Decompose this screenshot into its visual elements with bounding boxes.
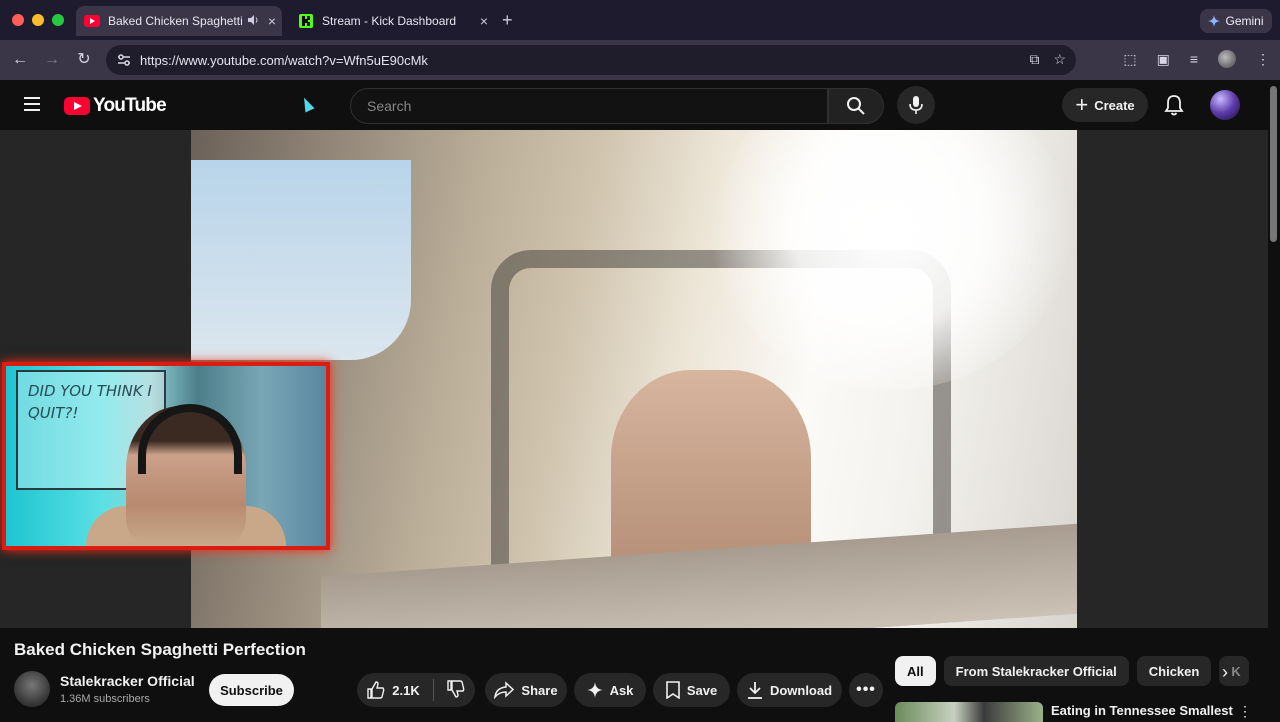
tab-title: Baked Chicken Spaghetti bbox=[108, 14, 243, 28]
youtube-header: YouTube + Create bbox=[0, 80, 1280, 130]
subscriber-count: 1.36M subscribers bbox=[60, 693, 150, 705]
search-field[interactable] bbox=[350, 88, 828, 124]
recommendation-more-icon[interactable]: ⋮ bbox=[1238, 703, 1252, 720]
sparkle-icon bbox=[586, 682, 603, 698]
speaker-icon[interactable] bbox=[244, 14, 262, 29]
voice-search-button[interactable] bbox=[897, 86, 935, 124]
like-divider bbox=[432, 679, 434, 701]
notifications-bell-icon[interactable] bbox=[1164, 94, 1184, 116]
scrollbar-thumb[interactable] bbox=[1270, 86, 1277, 242]
forward-arrow-icon[interactable]: → bbox=[42, 50, 62, 70]
chevron-right-icon[interactable]: › bbox=[1222, 662, 1228, 683]
extensions-icon[interactable]: ⬚ bbox=[1123, 51, 1136, 68]
tab-search-icon[interactable]: ▣ bbox=[1157, 51, 1170, 68]
thumbs-down-icon bbox=[447, 679, 465, 698]
download-button[interactable]: Download bbox=[737, 673, 842, 707]
create-label: Create bbox=[1094, 97, 1135, 113]
microphone-icon bbox=[909, 96, 923, 114]
hamburger-menu-icon[interactable] bbox=[24, 97, 40, 111]
kick-favicon-icon bbox=[298, 13, 314, 29]
site-settings-icon[interactable] bbox=[116, 52, 132, 68]
gemini-label: Gemini bbox=[1225, 14, 1264, 28]
search-input[interactable] bbox=[367, 98, 807, 114]
youtube-favicon-icon bbox=[84, 13, 100, 29]
bookmark-star-icon[interactable]: ☆ bbox=[1053, 51, 1066, 68]
close-tab-icon[interactable]: × bbox=[262, 13, 282, 29]
browser-tab-bar: Baked Chicken Spaghetti × Stream - Kick … bbox=[0, 0, 1280, 40]
youtube-play-icon bbox=[64, 97, 90, 115]
tab-youtube[interactable]: Baked Chicken Spaghetti × bbox=[76, 6, 282, 36]
profile-avatar-icon[interactable] bbox=[1218, 50, 1236, 68]
more-actions-button[interactable]: ••• bbox=[849, 673, 883, 707]
close-window-button[interactable] bbox=[12, 14, 24, 26]
minimize-window-button[interactable] bbox=[32, 14, 44, 26]
ask-button[interactable]: Ask bbox=[574, 673, 646, 707]
media-controls-icon[interactable]: ≡ bbox=[1190, 51, 1198, 67]
tab-title: Stream - Kick Dashboard bbox=[322, 14, 457, 28]
address-bar-row: ← → ↻ https://www.youtube.com/watch?v=Wf… bbox=[0, 40, 1280, 80]
url-text: https://www.youtube.com/watch?v=Wfn5uE90… bbox=[140, 52, 428, 68]
gemini-button[interactable]: Gemini bbox=[1200, 9, 1272, 33]
chip-chicken[interactable]: Chicken bbox=[1136, 656, 1212, 686]
back-arrow-icon[interactable]: ← bbox=[10, 50, 30, 70]
bookmark-icon bbox=[666, 681, 680, 699]
channel-avatar[interactable] bbox=[14, 671, 50, 707]
channel-name[interactable]: Stalekracker Official bbox=[60, 673, 195, 689]
chip-from-channel[interactable]: From Stalekracker Official bbox=[943, 656, 1129, 686]
recommendation-thumbnail[interactable] bbox=[895, 702, 1043, 722]
thumbs-up-icon bbox=[367, 681, 385, 699]
search-icon bbox=[847, 97, 865, 115]
youtube-logo[interactable]: YouTube bbox=[64, 95, 167, 117]
recommendation-title[interactable]: Eating in Tennessee Smallest bbox=[1051, 703, 1233, 718]
download-icon bbox=[747, 682, 762, 699]
webcam-overlay: DID YOU THINK I QUIT?! bbox=[2, 362, 330, 550]
save-label: Save bbox=[686, 682, 718, 698]
like-dislike-group: 2.1K bbox=[357, 673, 475, 707]
dislike-button[interactable] bbox=[447, 679, 465, 701]
zoom-window-button[interactable] bbox=[52, 14, 64, 26]
chip-all[interactable]: All bbox=[895, 656, 936, 686]
recommendation-chips: All From Stalekracker Official Chicken K bbox=[895, 656, 1250, 686]
plus-icon: + bbox=[1075, 92, 1089, 117]
youtube-wordmark: YouTube bbox=[93, 95, 167, 116]
subscribe-button[interactable]: Subscribe bbox=[209, 674, 294, 706]
close-tab-icon[interactable]: × bbox=[474, 13, 494, 29]
reload-icon[interactable]: ↻ bbox=[74, 50, 94, 70]
like-button[interactable]: 2.1K bbox=[367, 681, 420, 699]
search-button[interactable] bbox=[828, 88, 884, 124]
browser-menu-icon[interactable]: ⋮ bbox=[1256, 51, 1270, 68]
install-app-icon[interactable]: ⧉ bbox=[1029, 51, 1039, 68]
download-label: Download bbox=[769, 682, 833, 698]
ask-label: Ask bbox=[609, 682, 634, 698]
save-button[interactable]: Save bbox=[653, 673, 730, 707]
share-label: Share bbox=[521, 682, 558, 698]
tab-kick-dashboard[interactable]: Stream - Kick Dashboard × bbox=[290, 6, 494, 36]
like-count: 2.1K bbox=[392, 682, 420, 698]
video-scene-sky bbox=[191, 160, 411, 360]
omnibox[interactable]: https://www.youtube.com/watch?v=Wfn5uE90… bbox=[106, 45, 1076, 75]
account-avatar[interactable] bbox=[1210, 90, 1240, 120]
gemini-sparkle-icon bbox=[1208, 15, 1221, 27]
new-tab-button[interactable]: + bbox=[502, 10, 513, 31]
share-arrow-icon bbox=[494, 681, 515, 699]
video-title: Baked Chicken Spaghetti Perfection bbox=[14, 640, 306, 659]
create-button[interactable]: + Create bbox=[1062, 88, 1148, 122]
more-horizontal-icon: ••• bbox=[856, 681, 876, 698]
share-button[interactable]: Share bbox=[485, 673, 567, 707]
